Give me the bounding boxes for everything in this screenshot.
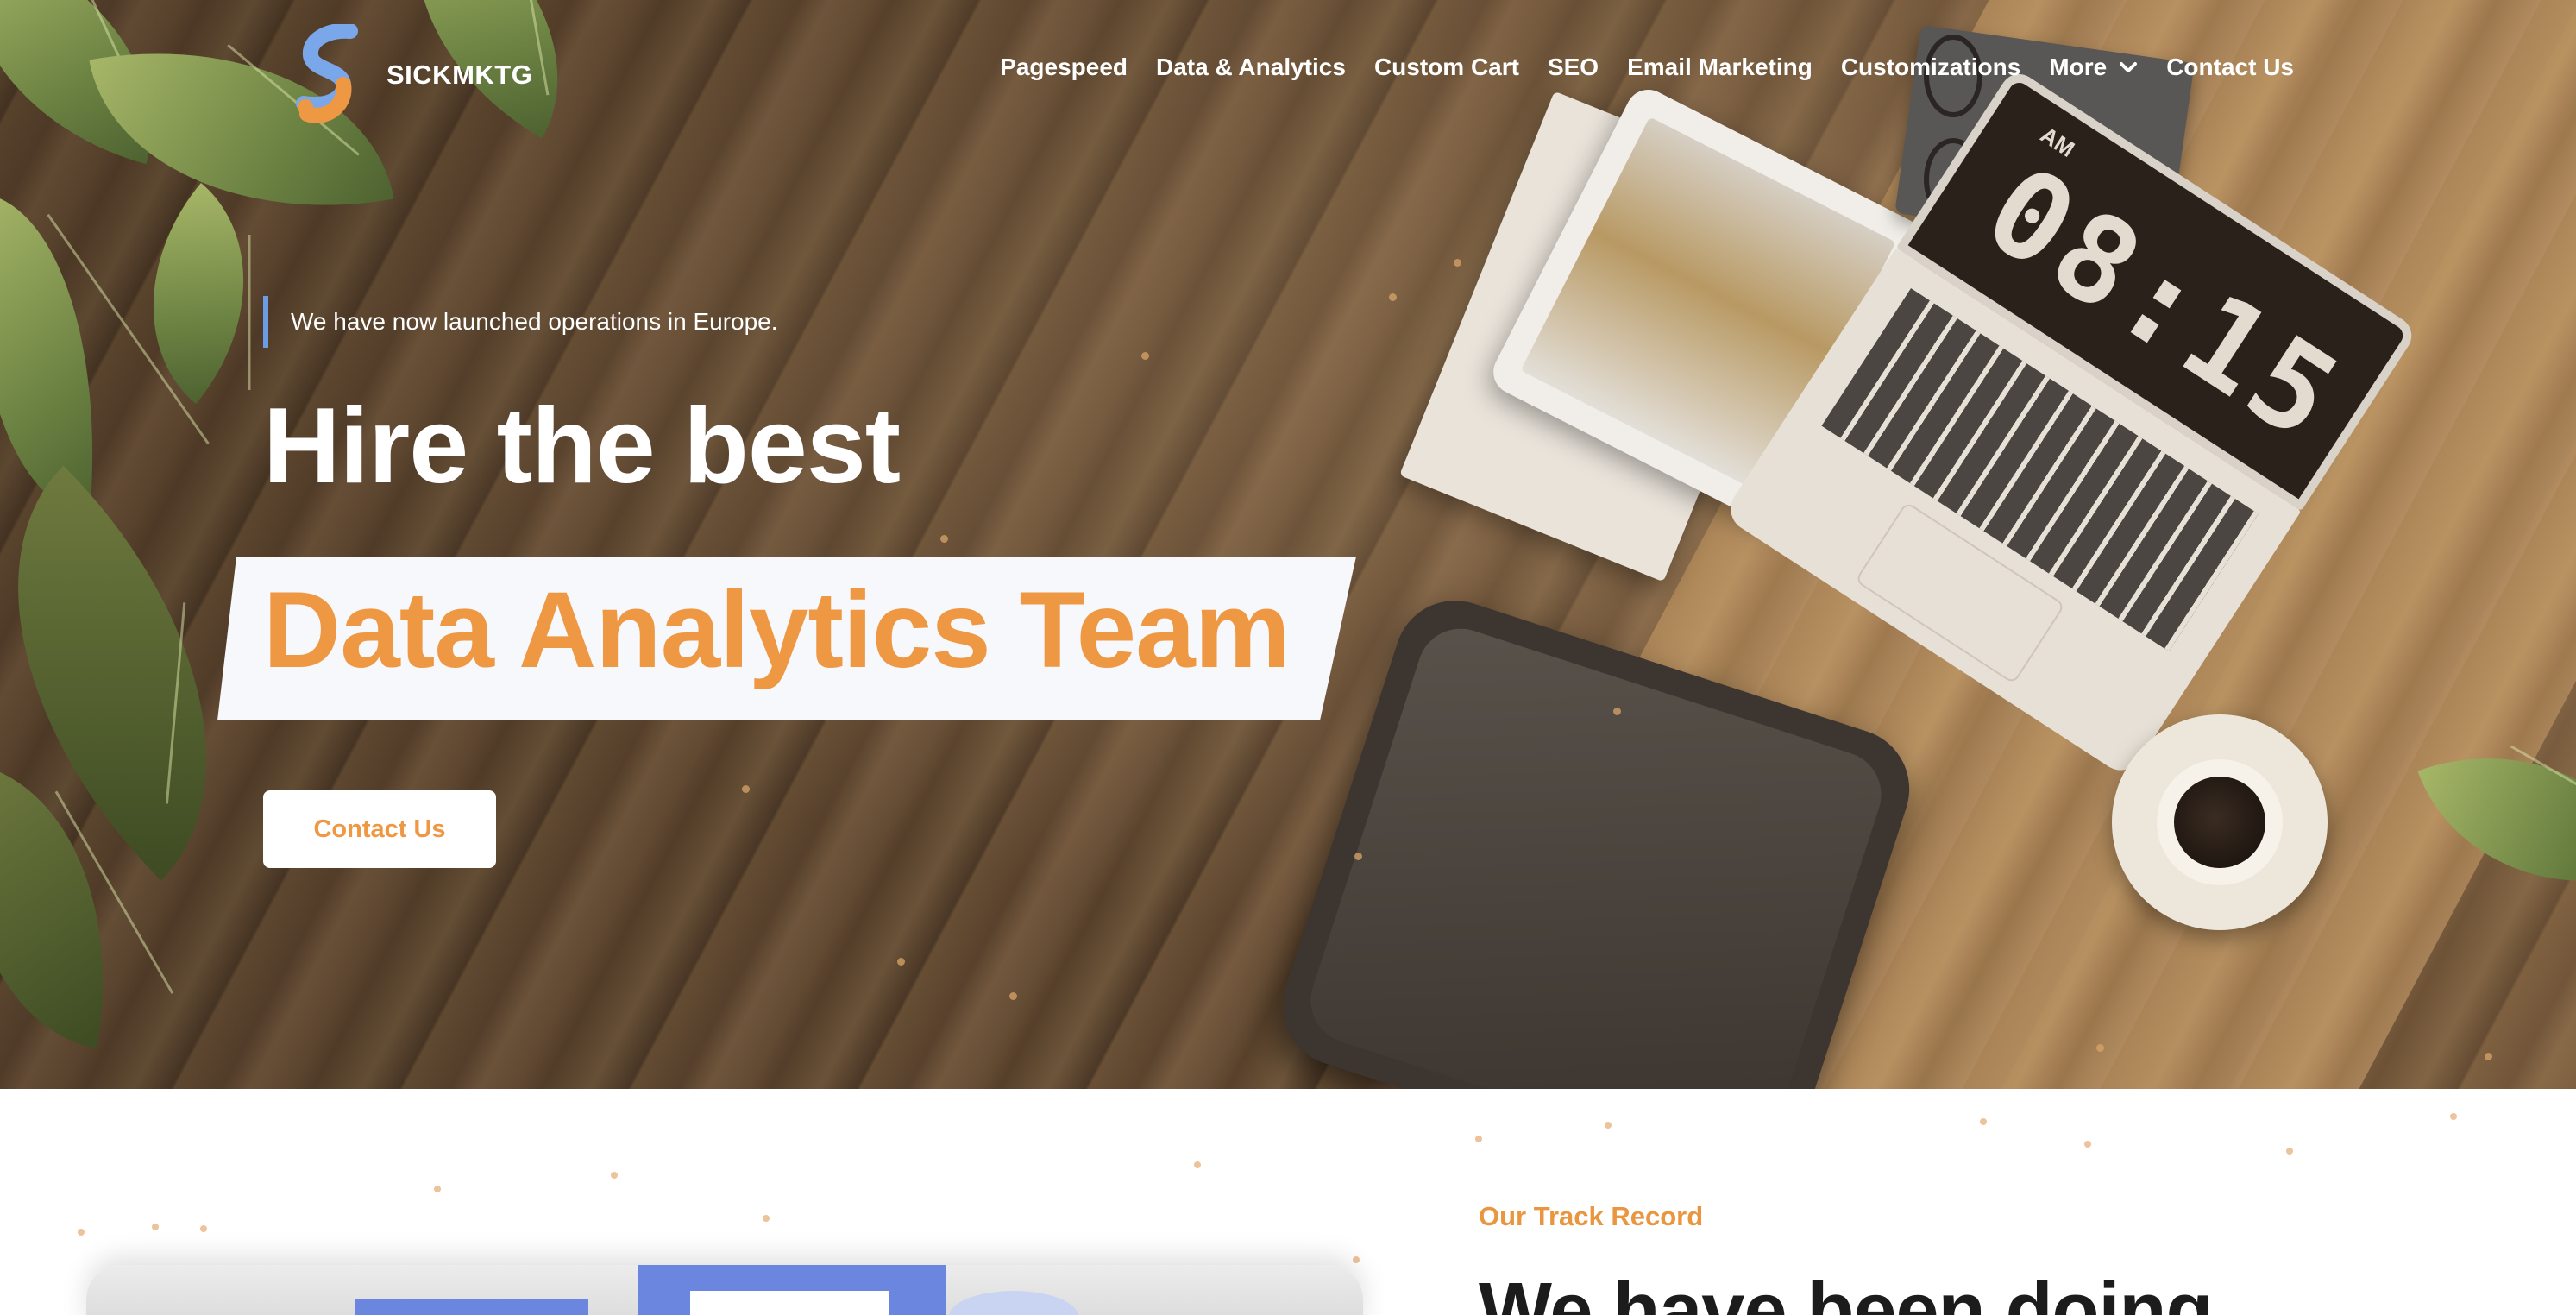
nav-item-customizations[interactable]: Customizations <box>1841 53 2020 81</box>
logo-mark-icon <box>296 24 358 123</box>
nav-item-more-label: More <box>2049 53 2108 80</box>
contact-us-button[interactable]: Contact Us <box>263 790 496 868</box>
brand-name: SICKMKTG <box>386 60 533 90</box>
coffee-cup-image <box>2112 714 2328 930</box>
hero-highlight: Data Analytics Team <box>263 570 1291 690</box>
hero-section: AM 08:15 SICKMKTG Pagespeed Data & Analy… <box>0 0 2576 1089</box>
nav-item-custom-cart[interactable]: Custom Cart <box>1374 53 1519 81</box>
main-nav: Pagespeed Data & Analytics Custom Cart S… <box>1000 53 2294 81</box>
brand-logo[interactable]: SICKMKTG <box>293 24 532 126</box>
track-record-heading: We have been doing <box>1479 1268 2213 1315</box>
track-record-label: Our Track Record <box>1479 1201 1704 1231</box>
nav-item-contact-us[interactable]: Contact Us <box>2166 53 2294 81</box>
nav-item-data-analytics[interactable]: Data & Analytics <box>1156 53 1346 81</box>
nav-item-email-marketing[interactable]: Email Marketing <box>1627 53 1813 81</box>
hero-headline: Hire the best <box>263 387 901 506</box>
nav-item-pagespeed[interactable]: Pagespeed <box>1000 53 1128 81</box>
nav-item-more[interactable]: More <box>2049 53 2138 81</box>
announcement-banner: We have now launched operations in Europ… <box>263 296 778 348</box>
chevron-down-icon <box>2120 62 2138 72</box>
announcement-text: We have now launched operations in Europ… <box>291 308 778 335</box>
dashboard-preview-image <box>86 1265 1363 1315</box>
nav-item-seo[interactable]: SEO <box>1548 53 1599 81</box>
